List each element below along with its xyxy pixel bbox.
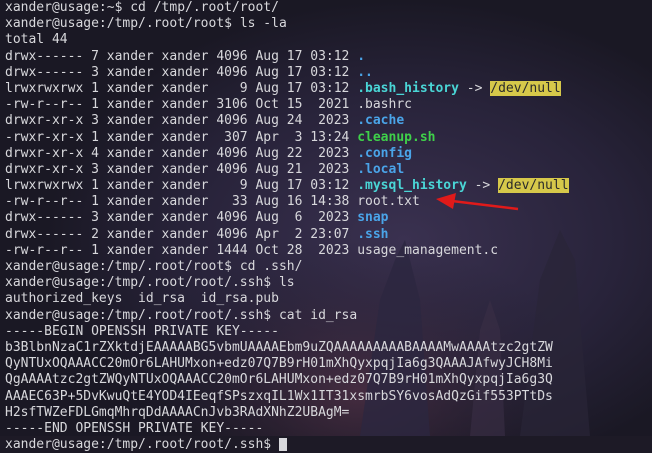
shell-prompt: xander@usage:/tmp/.root/root$ [5, 16, 240, 32]
shell-prompt: xander@usage:/tmp/.root/root/.ssh$ [5, 307, 279, 323]
listing-row: drwx------ 3 xander xander 4096 Aug 6 20… [5, 210, 652, 226]
file-metadata: drwx------ 3 xander xander 4096 Aug 17 0… [5, 64, 358, 80]
file-name: .local [357, 161, 405, 177]
command-text: ls [278, 275, 295, 291]
output-line: QgAAAAtzc2gtZWQyNTUxOQAAACC20mOr6LAHUMxo… [5, 372, 652, 388]
listing-row: drwx------ 2 xander xander 4096 Apr 2 23… [5, 227, 652, 243]
file-metadata: -rw-r--r-- 1 xander xander 3106 Oct 15 2… [5, 97, 358, 113]
symlink-target: /dev/null [498, 178, 569, 194]
symlink-arrow: -> [458, 80, 491, 96]
file-metadata: lrwxrwxrwx 1 xander xander 9 Aug 17 03:1… [5, 178, 358, 194]
listing-row: drwxr-xr-x 3 xander xander 4096 Aug 24 2… [5, 113, 652, 129]
output-line: b3BlbnNzaC1rZXktdjEAAAAABG5vbmUAAAAEbm9u… [5, 340, 652, 356]
output-text: QyNTUxOQAAACC20mOr6LAHUMxon+edz07Q7B9rH0… [5, 356, 553, 372]
file-name: . [357, 48, 366, 64]
file-metadata: drwxr-xr-x 3 xander xander 4096 Aug 21 2… [5, 161, 358, 177]
output-text: total 44 [5, 32, 68, 48]
command-text: ls -la [239, 16, 287, 32]
output-text: authorized_keys id_rsa id_rsa.pub [5, 291, 279, 307]
output-line: total 44 [5, 32, 652, 48]
command-text: cd .ssh/ [239, 259, 303, 274]
output-text: H2sfTWZeFDLGmqMhrqDdAAAACnJvb3RAdXNhZ2UB… [5, 404, 350, 420]
output-line: -----END OPENSSH PRIVATE KEY----- [5, 421, 652, 437]
command-text: cat id_rsa [278, 307, 358, 323]
file-name: .bash_history [357, 80, 459, 96]
symlink-arrow: -> [466, 178, 499, 194]
output-text: -----BEGIN OPENSSH PRIVATE KEY----- [5, 323, 279, 339]
output-line: -----BEGIN OPENSSH PRIVATE KEY----- [5, 324, 652, 340]
file-name: .. [357, 64, 373, 80]
file-name: cleanup.sh [357, 129, 436, 145]
terminal-cursor [278, 438, 287, 452]
shell-prompt: xander@usage:/tmp/.root/root/.ssh$ [5, 437, 279, 453]
file-name: .mysql_history [357, 178, 467, 194]
output-line: H2sfTWZeFDLGmqMhrqDdAAAACnJvb3RAdXNhZ2UB… [5, 405, 652, 421]
file-metadata: drwx------ 2 xander xander 4096 Apr 2 23… [5, 226, 358, 242]
terminal-output: xander@usage:~$ cd /tmp/.root/root/xande… [5, 0, 652, 452]
file-metadata: drwx------ 3 xander xander 4096 Aug 6 20… [5, 210, 358, 226]
file-name: .cache [357, 113, 405, 129]
listing-row: drwxr-xr-x 4 xander xander 4096 Aug 22 2… [5, 146, 652, 162]
listing-row: -rw-r--r-- 1 xander xander 1444 Oct 28 2… [5, 243, 652, 259]
shell-prompt: xander@usage:/tmp/.root/root/.ssh$ [5, 275, 279, 291]
output-text: -----END OPENSSH PRIVATE KEY----- [5, 420, 264, 436]
listing-row: lrwxrwxrwx 1 xander xander 9 Aug 17 03:1… [5, 80, 652, 97]
output-text: b3BlbnNzaC1rZXktdjEAAAAABG5vbmUAAAAEbm9u… [5, 339, 553, 355]
file-metadata: drwxr-xr-x 3 xander xander 4096 Aug 24 2… [5, 113, 358, 129]
file-name: snap [357, 210, 389, 226]
shell-prompt: xander@usage:~$ [5, 0, 131, 15]
shell-prompt: xander@usage:/tmp/.root/root$ [5, 259, 240, 274]
command-text: cd /tmp/.root/root/ [130, 0, 279, 15]
file-name: root.txt [357, 194, 420, 210]
file-name: usage_management.c [357, 242, 499, 258]
prompt-line: xander@usage:/tmp/.root/root$ ls -la [5, 16, 652, 32]
listing-row: drwxr-xr-x 3 xander xander 4096 Aug 21 2… [5, 162, 652, 178]
prompt-line: xander@usage:/tmp/.root/root$ cd .ssh/ [5, 259, 652, 275]
output-line: authorized_keys id_rsa id_rsa.pub [5, 291, 652, 307]
listing-row: lrwxrwxrwx 1 xander xander 9 Aug 17 03:1… [5, 178, 652, 194]
listing-row: drwx------ 3 xander xander 4096 Aug 17 0… [5, 65, 652, 81]
file-metadata: -rwxr-xr-x 1 xander xander 307 Apr 3 13:… [5, 129, 358, 145]
file-metadata: -rw-r--r-- 1 xander xander 1444 Oct 28 2… [5, 242, 358, 258]
file-name: .ssh [357, 226, 389, 242]
file-metadata: lrwxrwxrwx 1 xander xander 9 Aug 17 03:1… [5, 80, 358, 96]
file-name: .bashrc [357, 97, 412, 113]
listing-row: -rwxr-xr-x 1 xander xander 307 Apr 3 13:… [5, 130, 652, 146]
file-name: .config [357, 145, 412, 161]
prompt-line: xander@usage:/tmp/.root/root/.ssh$ [5, 437, 652, 453]
file-metadata: -rw-r--r-- 1 xander xander 33 Aug 16 14:… [5, 194, 358, 210]
prompt-line: xander@usage:/tmp/.root/root/.ssh$ cat i… [5, 308, 652, 324]
output-text: QgAAAAtzc2gtZWQyNTUxOQAAACC20mOr6LAHUMxo… [5, 372, 553, 388]
output-line: QyNTUxOQAAACC20mOr6LAHUMxon+edz07Q7B9rH0… [5, 356, 652, 372]
listing-row: -rw-r--r-- 1 xander xander 33 Aug 16 14:… [5, 194, 652, 210]
file-metadata: drwx------ 7 xander xander 4096 Aug 17 0… [5, 48, 358, 64]
output-text: AAAEC63P+5DvKwuQtE4YOD4IEeqfSPszxqIL1Wx1… [5, 388, 553, 404]
listing-row: drwx------ 7 xander xander 4096 Aug 17 0… [5, 49, 652, 65]
prompt-line: xander@usage:/tmp/.root/root/.ssh$ ls [5, 275, 652, 291]
prompt-line: xander@usage:~$ cd /tmp/.root/root/ [5, 0, 652, 16]
file-metadata: drwxr-xr-x 4 xander xander 4096 Aug 22 2… [5, 145, 358, 161]
listing-row: -rw-r--r-- 1 xander xander 3106 Oct 15 2… [5, 97, 652, 113]
output-line: AAAEC63P+5DvKwuQtE4YOD4IEeqfSPszxqIL1Wx1… [5, 389, 652, 405]
symlink-target: /dev/null [490, 80, 561, 96]
